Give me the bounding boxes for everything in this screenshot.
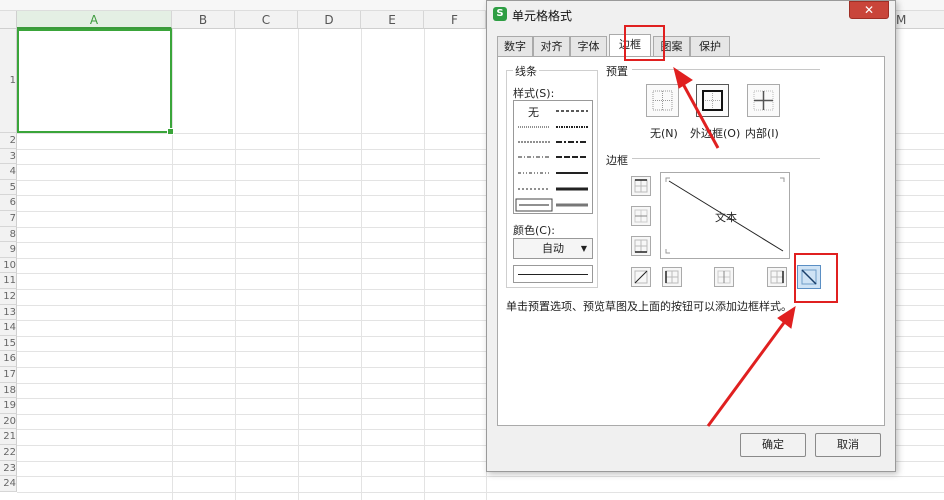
row-header-19[interactable]: 19 (0, 398, 17, 414)
border-right-icon (770, 270, 784, 284)
row-header-15[interactable]: 15 (0, 335, 17, 352)
preset-none-label: 无(N) (650, 127, 678, 140)
preset-none-button[interactable] (646, 84, 679, 117)
grid-column-line (235, 29, 236, 500)
row-header-23[interactable]: 23 (0, 460, 17, 477)
column-header-m[interactable]: M (896, 11, 944, 29)
border-inside-icon (753, 90, 774, 111)
column-header-f[interactable]: F (424, 11, 486, 29)
tab-font[interactable]: 字体 (570, 36, 607, 56)
row-header-14[interactable]: 14 (0, 320, 17, 336)
grid-row-line (17, 476, 944, 478)
row-header-6[interactable]: 6 (0, 195, 17, 211)
row-header-5[interactable]: 5 (0, 179, 17, 196)
line-style-swatches[interactable] (514, 101, 592, 213)
column-header-e[interactable]: E (361, 11, 424, 29)
row-header-20[interactable]: 20 (0, 413, 17, 430)
row-header-21[interactable]: 21 (0, 429, 17, 445)
grid-column-line (361, 29, 362, 500)
border-bottom-icon (634, 239, 648, 253)
column-header-c[interactable]: C (235, 11, 298, 29)
border-outline-icon (702, 90, 723, 111)
dialog-title: 单元格格式 (512, 9, 573, 23)
row-header-3[interactable]: 3 (0, 148, 17, 165)
column-header-b[interactable]: B (172, 11, 235, 29)
preset-outline-label: 外边框(O) (690, 127, 741, 140)
fill-handle[interactable] (167, 128, 174, 135)
color-select-value: 自动 (542, 242, 564, 255)
border-group-label: 边框 (606, 154, 628, 167)
grid-column-line (172, 29, 173, 500)
border-top-button[interactable] (631, 176, 651, 196)
border-divider (632, 158, 820, 159)
row-header-13[interactable]: 13 (0, 304, 17, 321)
selected-cell-a1[interactable] (17, 29, 174, 135)
border-middle-horizontal-button[interactable] (631, 206, 651, 226)
row-header-24[interactable]: 24 (0, 476, 17, 492)
chevron-down-icon: ▼ (580, 244, 587, 253)
line-style-list[interactable]: 无 (513, 100, 593, 214)
preview-text: 文本 (715, 211, 737, 224)
column-header-d[interactable]: D (298, 11, 361, 29)
border-right-button[interactable] (767, 267, 787, 287)
tab-alignment[interactable]: 对齐 (533, 36, 570, 56)
close-icon[interactable]: ✕ (849, 1, 889, 19)
wps-app-icon: S (493, 7, 507, 21)
select-all-corner[interactable] (0, 11, 17, 29)
color-select[interactable]: 自动 ▼ (513, 238, 593, 259)
border-center-icon (717, 270, 731, 284)
grid-column-line (298, 29, 299, 500)
row-header-18[interactable]: 18 (0, 382, 17, 399)
border-middle-vertical-button[interactable] (714, 267, 734, 287)
row-header-16[interactable]: 16 (0, 351, 17, 367)
row-header-9[interactable]: 9 (0, 242, 17, 258)
highlight-diagonal-button (794, 253, 838, 303)
row-header-11[interactable]: 11 (0, 273, 17, 289)
row-header-7[interactable]: 7 (0, 211, 17, 227)
hint-text: 单击预置选项、预览草图及上面的按钮可以添加边框样式。 (506, 300, 792, 313)
tab-number[interactable]: 数字 (497, 36, 533, 56)
border-left-button[interactable] (662, 267, 682, 287)
border-preview[interactable]: 文本 (660, 172, 790, 259)
preset-inside-button[interactable] (747, 84, 780, 117)
cancel-button[interactable]: 取消 (815, 433, 881, 457)
line-group-label: 线条 (513, 63, 539, 79)
border-none-icon (652, 90, 673, 111)
row-header-17[interactable]: 17 (0, 367, 17, 383)
preset-divider (632, 69, 820, 70)
row-header-12[interactable]: 12 (0, 289, 17, 305)
grid-column-line (424, 29, 425, 500)
row-header-10[interactable]: 10 (0, 257, 17, 274)
dialog-titlebar[interactable]: S 单元格格式 ✕ (487, 1, 895, 27)
row-header-1[interactable]: 1 (0, 29, 17, 133)
row-header-22[interactable]: 22 (0, 445, 17, 461)
grid-row-line (17, 491, 944, 493)
style-label: 样式(S): (513, 87, 555, 100)
diagonal-up-icon (634, 270, 648, 284)
row-header-2[interactable]: 2 (0, 133, 17, 149)
color-line-preview (513, 265, 593, 283)
border-bottom-button[interactable] (631, 236, 651, 256)
column-header-m-label: M (896, 13, 907, 27)
ok-button[interactable]: 确定 (740, 433, 806, 457)
column-header-a[interactable]: A (17, 11, 172, 29)
highlight-border-tab (624, 25, 665, 61)
border-diagonal-up-button[interactable] (631, 267, 651, 287)
row-header-8[interactable]: 8 (0, 226, 17, 243)
tab-protection[interactable]: 保护 (690, 36, 730, 56)
row-header-4[interactable]: 4 (0, 164, 17, 180)
border-left-icon (665, 270, 679, 284)
preset-outline-button[interactable] (696, 84, 729, 117)
preset-inside-label: 内部(I) (745, 127, 779, 140)
color-label: 颜色(C): (513, 224, 555, 237)
border-top-icon (634, 179, 648, 193)
preset-group-label: 预置 (606, 65, 628, 78)
border-middle-icon (634, 209, 648, 223)
